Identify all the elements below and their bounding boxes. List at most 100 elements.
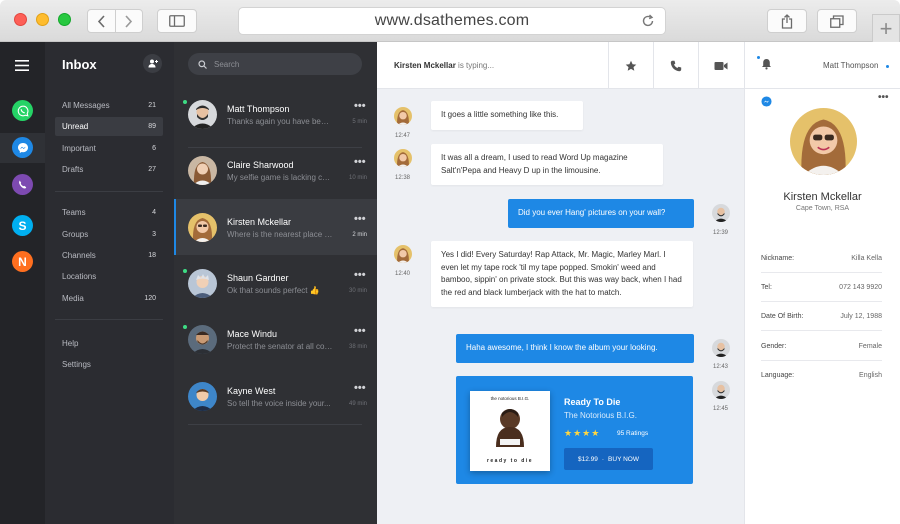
outgoing-message: Did you ever Hang' pictures on your wall… [508,199,694,228]
call-button[interactable] [653,42,698,89]
avatar [188,325,217,354]
share-button[interactable] [767,9,807,33]
nav-item-all-messages[interactable]: All Messages 21 [55,96,163,115]
nav-item-label: Channels [62,251,96,260]
video-camera-icon [714,61,728,70]
sidebar-toggle-button[interactable] [157,9,197,33]
more-options-icon[interactable]: ••• [878,92,889,103]
reload-icon[interactable] [641,14,655,28]
chat-item-mace-windu[interactable]: Mace Windu Protect the senator at all co… [174,311,377,367]
avatar [188,382,217,411]
more-options-icon[interactable]: ••• [354,100,366,112]
nav-item-count: 4 [152,209,156,216]
buy-now-button[interactable]: $12.99 · BUY NOW [564,448,653,470]
url-text: www.dsathemes.com [374,12,530,29]
chat-divider [188,424,362,425]
nav-item-count: 6 [152,145,156,152]
chat-item-matt-thompson[interactable]: Matt Thompson Thanks again you have been… [174,86,377,142]
minimize-window-button[interactable] [36,13,49,26]
nav-item-groups[interactable]: Groups 3 [55,225,163,244]
nav-item-teams[interactable]: Teams 4 [55,203,163,222]
chat-preview: So tell the voice inside your... [227,399,331,408]
close-window-button[interactable] [14,13,27,26]
chat-item-shaun-gardner[interactable]: Shaun Gardner Ok that sounds perfect 👍 •… [174,255,377,311]
chat-name: Claire Sharwood [227,160,294,170]
chat-name: Kayne West [227,386,276,396]
search-input[interactable]: Search [188,53,362,75]
more-options-icon[interactable]: ••• [354,325,366,337]
tabs-overview-button[interactable] [817,9,857,33]
user-avatar [712,204,730,222]
profile-field-nickname: Nickname: Killa Kella [761,244,882,273]
chat-item-claire-sharwood[interactable]: Claire Sharwood My selfie game is lackin… [174,142,377,198]
nav-item-count: 89 [148,123,156,130]
maximize-window-button[interactable] [58,13,71,26]
add-contact-button[interactable] [143,54,162,73]
profile-name: Kirsten Mckellar [783,191,862,203]
back-button[interactable] [88,10,115,32]
nav-item-label: Unread [62,122,89,131]
avatar [188,100,217,129]
more-options-icon[interactable]: ••• [354,156,366,168]
chat-preview: Protect the senator at all costs. [227,342,333,351]
album-cover: the notorious B.I.G. ready to die [470,391,550,471]
messenger-app: S N Inbox All Messages 21 Unread 89 Import… [0,42,900,524]
whatsapp-icon[interactable] [12,100,33,121]
chat-name: Matt Thompson [227,104,290,114]
typing-indicator: Kirsten Mckellar is typing... [394,61,495,70]
nav-item-help[interactable]: Help [55,334,163,353]
more-options-icon[interactable]: ••• [354,382,366,394]
nav-item-channels[interactable]: Channels 18 [55,246,163,265]
video-call-button[interactable] [698,42,743,89]
skype-icon[interactable]: S [12,215,33,236]
chat-preview: Thanks again you have been... [227,117,333,126]
bell-icon[interactable] [761,58,772,70]
viber-icon[interactable] [12,174,33,195]
messenger-icon[interactable] [12,137,33,158]
sidebar-icon [169,15,185,27]
favorite-button[interactable] [608,42,653,89]
nav-item-count: 3 [152,231,156,238]
apps-rail: S N [0,42,45,524]
message-time: 12:47 [395,133,411,139]
n-app-icon[interactable]: N [12,251,33,272]
more-options-icon[interactable]: ••• [354,269,366,281]
chat-name: Mace Windu [227,329,278,339]
user-avatar [712,339,730,357]
profile-header: Matt Thompson [745,42,900,89]
album-card[interactable]: the notorious B.I.G. ready to die Ready … [456,376,693,484]
chat-preview: My selfie game is lacking can... [227,173,333,182]
nav-item-label: Groups [62,230,89,239]
add-user-icon [148,59,158,68]
hamburger-menu-icon[interactable] [15,60,29,71]
address-bar[interactable]: www.dsathemes.com [238,7,666,35]
tabs-icon [830,14,844,28]
message-time: 12:43 [713,364,729,370]
nav-item-unread[interactable]: Unread 89 [55,117,163,136]
nav-item-label: Help [62,339,79,348]
current-user-name[interactable]: Matt Thompson [823,61,878,70]
chat-list: Search Matt Thompson Thanks again you ha… [174,42,377,524]
incoming-message: Yes I did! Every Saturday! Rap Attack, M… [431,241,693,307]
chat-item-kirsten-mckellar[interactable]: Kirsten Mckellar Where is the nearest pl… [174,199,377,255]
new-tab-button[interactable]: + [872,14,900,42]
nav-item-drafts[interactable]: Drafts 27 [55,160,163,179]
browser-toolbar: www.dsathemes.com + [0,0,900,42]
conversation-header: Kirsten Mckellar is typing... [377,42,744,89]
user-avatar [712,381,730,399]
album-artist: The Notorious B.I.G. [564,411,637,420]
nav-item-locations[interactable]: Locations [55,267,163,286]
online-indicator [183,100,187,104]
nav-item-media[interactable]: Media 120 [55,289,163,308]
chevron-right-icon [125,14,133,28]
search-placeholder: Search [214,59,240,69]
separator-dot: · [601,455,605,463]
avatar [188,269,217,298]
nav-item-settings[interactable]: Settings [55,355,163,374]
nav-item-label: Locations [62,272,97,281]
nav-item-label: Settings [62,360,91,369]
more-options-icon[interactable]: ••• [354,213,366,225]
nav-item-important[interactable]: Important 6 [55,139,163,158]
chat-item-kayne-west[interactable]: Kayne West So tell the voice inside your… [174,368,377,424]
forward-button[interactable] [114,10,143,32]
